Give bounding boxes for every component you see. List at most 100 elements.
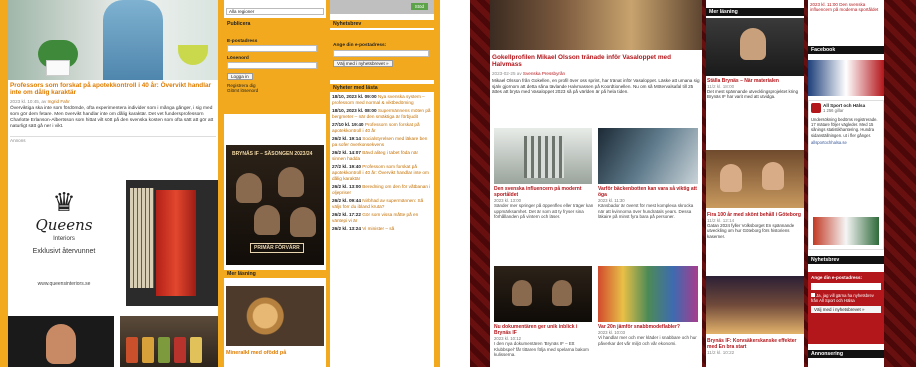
article-body: Mikael Olsson från Gokellen, en profil ö…	[492, 77, 700, 95]
side-top-link[interactable]: 2023 kl. 11:00 Den svenska influencern p…	[810, 2, 882, 13]
jar	[142, 337, 154, 363]
jars-ad-image[interactable]	[120, 316, 218, 367]
jar	[126, 337, 138, 363]
kitchen-hero-image[interactable]	[8, 0, 218, 80]
article-body: Överviktiga ska inte som fördömde, ofta …	[10, 105, 214, 130]
food-caption[interactable]: Mineralkl med ofödd på	[226, 350, 286, 357]
card-image-brynas[interactable]	[494, 266, 592, 322]
news-item[interactable]: 27/2 kl. 19:40 Professorn som forskat på…	[332, 164, 432, 182]
article-date: 2023-02-25 av	[492, 70, 522, 76]
queens-logo-sub: Interiors	[53, 236, 75, 242]
article-meta: 2023 kl. 10:45, av Ingrid Fahr	[10, 99, 216, 104]
news-card[interactable]: Nu dokumentären ger unik inblick i Brynä…	[494, 324, 594, 358]
newsletter-box: Ange din e-postadress: Ja, jag vill gärn…	[808, 272, 884, 344]
brynas-poster-ad[interactable]: BRYNÄS IF – SÄSONGEN 2023/24 PRIMÄR FÖRV…	[226, 145, 324, 265]
mid-item-text: Gatan 2024 fyller Volksborget En spännan…	[707, 223, 795, 239]
player-head	[236, 173, 262, 203]
left-main-column: Professors som forskat på apotekkontroll…	[8, 0, 218, 367]
mid-news-item[interactable]: Ställa Brynäs – När materialen 11/2 kl. …	[707, 78, 803, 100]
kimono-ad-image[interactable]	[126, 180, 218, 306]
article-headline[interactable]: Professors som forskat på apotekkontroll…	[10, 82, 216, 97]
newsletter-consent[interactable]: Ja, jag vill gärna ha nyhetsbrev från Al…	[811, 293, 881, 303]
fb-likes: 1 256 gillar	[823, 108, 844, 113]
author-link[interactable]: Ingrid Fahr	[48, 99, 70, 104]
right-more-reading-column: Mer läsning Ställa Brynäs – När material…	[706, 0, 804, 367]
food-image[interactable]	[226, 286, 324, 346]
right-website-screenshot: Gokellprofilen Mikael Olsson tränade inf…	[470, 0, 916, 367]
ad-divider: Annons	[10, 136, 216, 143]
news-item[interactable]: 27/10 kl. 19:40 Professorn som forskat p…	[332, 122, 432, 134]
card-image-xray[interactable]	[598, 128, 698, 184]
stage-hero-image[interactable]	[490, 0, 702, 50]
fb-post-link[interactable]: allsportochhalsa.se	[809, 140, 883, 145]
checkbox-icon[interactable]	[811, 293, 815, 297]
mid-image-celebration[interactable]	[706, 150, 804, 208]
forgot-password-link[interactable]: Glömt lösenord	[227, 88, 323, 93]
card-title[interactable]: Varför bäckenbotten kan vara så viktig a…	[598, 186, 698, 198]
newsletter-select[interactable]: Välj med i nyhetsbrevet »	[811, 306, 881, 313]
news-card[interactable]: Var 20n jämför snabbmodeflabler? 2023 kl…	[598, 324, 698, 346]
mid-item-date: 11/2 kl. 10:22	[707, 350, 735, 355]
queens-logo-name: Queens	[35, 216, 93, 234]
support-button[interactable]: Stöd	[410, 3, 428, 10]
newsletter-select[interactable]: Välj med i nyhetsbrevet »	[333, 60, 393, 67]
facebook-widget: All Sport och Hälsa 1 256 gillar Undersö…	[808, 100, 884, 250]
card-title[interactable]: Nu dokumentären ger unik inblick i Brynä…	[494, 324, 594, 336]
article-meta: 2023-02-25 av Svenska Pressbyrån	[492, 71, 700, 76]
crown-icon: ♛	[52, 187, 76, 217]
card-title[interactable]: Den svenska influencern på modernt sport…	[494, 186, 594, 198]
news-item[interactable]: 26/2 kl. 13:00 Beredning om den för våtb…	[332, 184, 432, 196]
queens-interiors-ad[interactable]: ♛ Queens Interiors Exklusivt återvunnet …	[8, 180, 120, 310]
login-title: Publicera	[227, 21, 251, 27]
news-item[interactable]: 26/2 kl. 14:07 Bävd aliteg i tabet föda …	[332, 150, 432, 162]
news-card[interactable]: Varför bäckenbotten kan vara så viktig a…	[598, 186, 698, 220]
article-headline[interactable]: Gokellprofilen Mikael Olsson tränade inf…	[492, 54, 700, 69]
mid-news-item[interactable]: Brynäs IF: Korvsäkerskanske effekter med…	[707, 338, 803, 355]
queens-tagline: Exklusivt återvunnet	[32, 248, 96, 255]
player-head	[290, 207, 316, 237]
news-card[interactable]: Den svenska influencern på modernt sport…	[494, 186, 594, 220]
advertising-bar: Annonsering	[808, 350, 884, 358]
news-item[interactable]: 18/10, 2023 kl. 09:00 Nya svenska system…	[332, 94, 432, 106]
newsletter-email-field[interactable]	[811, 283, 881, 290]
mid-item-title[interactable]: Brynäs IF: Korvsäkerskanske effekter med…	[707, 338, 803, 350]
poster-title: BRYNÄS IF – SÄSONGEN 2023/24	[232, 151, 313, 157]
more-reading-bar: Mer läsning	[224, 270, 326, 278]
fb-post-image[interactable]	[813, 217, 879, 245]
page-avatar	[811, 103, 821, 113]
left-website-screenshot: Professors som forskat på apotekkontroll…	[0, 0, 440, 367]
latest-news-list: 18/10, 2023 kl. 09:00 Nya svenska system…	[332, 94, 432, 234]
card-image-clothes[interactable]	[598, 266, 698, 322]
facebook-cover-image[interactable]	[808, 60, 884, 96]
mid-image-interview[interactable]	[706, 18, 804, 76]
login-button[interactable]: Logga in	[227, 73, 253, 80]
fb-post-text: Undersökning bedöms registrerade. 17 mät…	[811, 117, 878, 138]
email-field[interactable]	[227, 45, 317, 52]
person-figure	[103, 0, 163, 80]
email-label: E-postadress	[227, 39, 258, 44]
author-link[interactable]: Svenska Pressbyrån	[523, 71, 565, 76]
header-strip: Stöd	[330, 0, 434, 14]
mid-news-item[interactable]: Fira 100 år med skönt behåll i Göteborg …	[707, 212, 803, 239]
more-reading-bar: Mer läsning	[706, 8, 804, 16]
newsletter-email-field[interactable]	[333, 50, 429, 57]
kimono-robe	[156, 190, 196, 296]
card-text: Vi handlar mer och mer kläder i snabbare…	[598, 335, 697, 346]
region-select[interactable]: Alla regioner	[226, 8, 324, 15]
news-item[interactable]: 26/2 kl. 17:22 Gör som vissa måtte på en…	[332, 212, 432, 224]
mid-image-crowd[interactable]	[706, 276, 804, 334]
queens-url[interactable]: www.queensinteriors.se	[8, 281, 120, 287]
card-text: Känsbador är överst för mest komplexa sk…	[598, 203, 694, 220]
newsletter-box: Ange din e-postadress: Välj med i nyhets…	[330, 30, 434, 80]
news-item[interactable]: 26/2 kl. 19:14 Socialstyrelsen med läkar…	[332, 136, 432, 148]
pot-decoration	[46, 60, 70, 76]
face-ad-image[interactable]	[8, 316, 114, 367]
jar	[158, 337, 170, 363]
news-item[interactable]: 26/2 kl. 13:24 Vi minister – så	[332, 226, 432, 232]
password-field[interactable]	[227, 62, 317, 69]
mid-item-text: Det mest spännande utvecklingsprojektet …	[707, 89, 799, 100]
news-item[interactable]: 26/2 kl. 09:44 Nirbhad av supermännen: S…	[332, 198, 432, 210]
right-sidebar-column: 2023 kl. 11:00 Den svenska influencern p…	[808, 0, 884, 367]
news-item[interactable]: 18/10, 2023 kl. 08:00 Supermännens möten…	[332, 108, 432, 120]
card-image-building[interactable]	[494, 128, 592, 184]
